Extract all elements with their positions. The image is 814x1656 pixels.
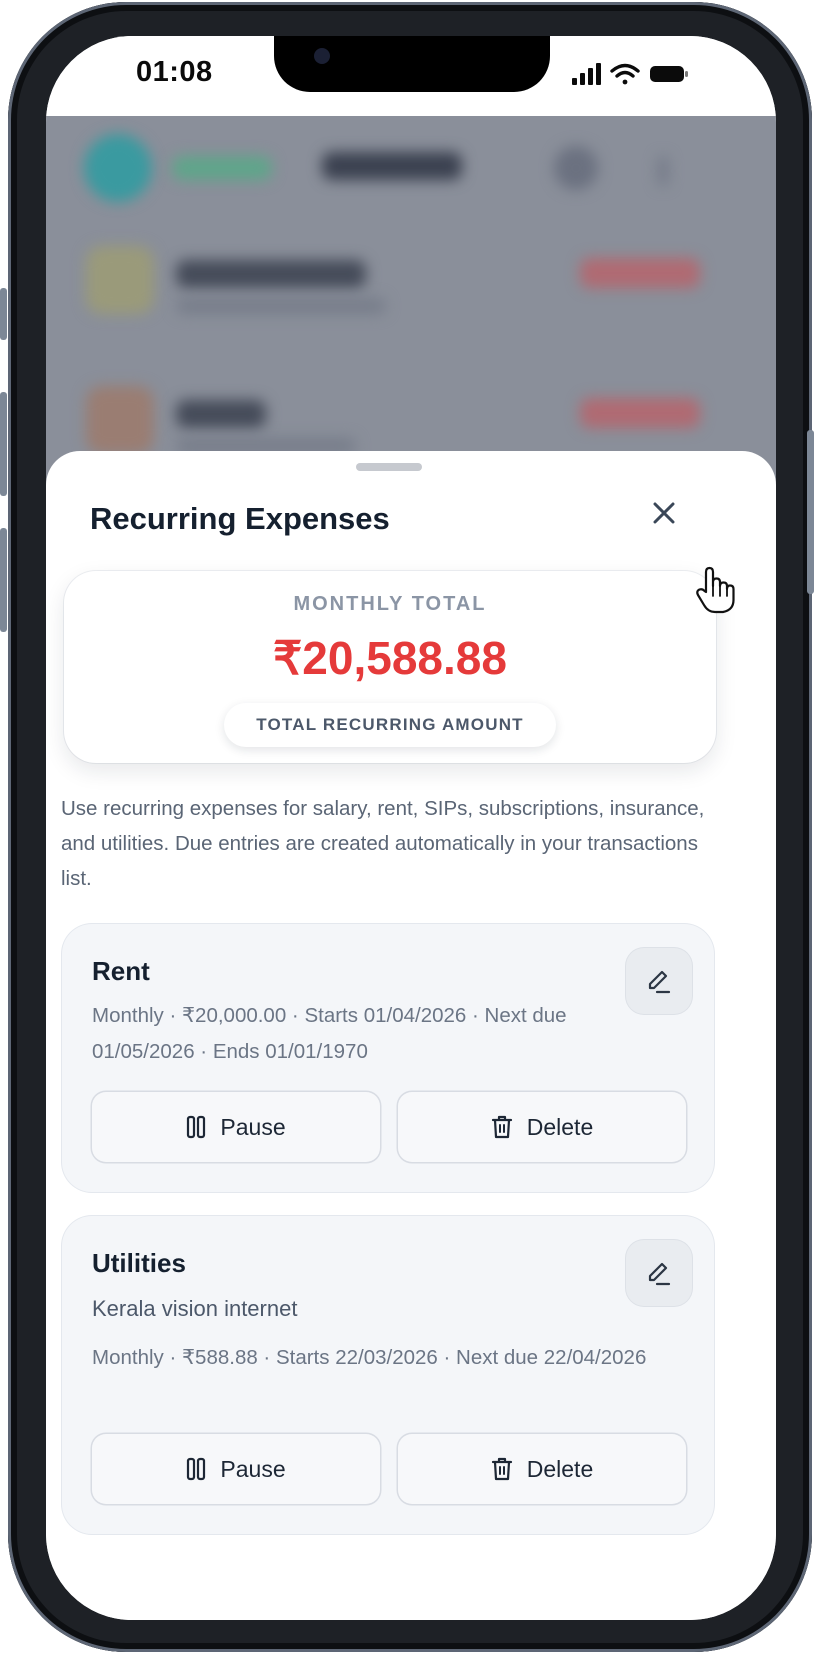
item-note: Kerala vision internet <box>92 1296 298 1321</box>
pause-label: Pause <box>220 1113 286 1140</box>
sheet-drag-handle[interactable] <box>356 463 422 471</box>
trash-icon <box>491 1457 512 1481</box>
volume-down-button <box>0 528 7 632</box>
edit-button[interactable] <box>626 1240 692 1306</box>
delete-button[interactable]: Delete <box>398 1092 686 1162</box>
item-schedule-details: Monthly · ₹588.88 · Starts 22/03/2026 · … <box>92 1346 647 1369</box>
delete-label: Delete <box>526 1455 594 1482</box>
volume-up-button <box>0 392 7 496</box>
pause-button[interactable]: Pause <box>92 1092 380 1162</box>
recurring-item-card: Utilities Kerala vision internet Monthly… <box>62 1216 714 1534</box>
pause-icon <box>187 1115 206 1139</box>
pencil-icon <box>648 970 671 994</box>
delete-label: Delete <box>526 1113 594 1140</box>
status-icons <box>572 63 688 85</box>
pencil-icon <box>648 1262 671 1286</box>
total-recurring-badge: TOTAL RECURRING AMOUNT <box>224 703 556 747</box>
recurring-expenses-sheet: Recurring Expenses MONTHLY TOTAL ₹20,588… <box>46 451 776 1620</box>
monthly-total-amount: ₹20,588.88 <box>273 632 507 684</box>
cellular-signal-icon <box>572 63 601 85</box>
status-time: 01:08 <box>136 56 213 88</box>
phone-screen: 01:08 Recurring Expenses MONTHLY TOTAL ₹… <box>46 36 776 1620</box>
recurring-hint-text: Use recurring expenses for salary, rent,… <box>61 797 705 890</box>
pause-button[interactable]: Pause <box>92 1434 380 1504</box>
sheet-title: Recurring Expenses <box>90 501 390 536</box>
item-title: Rent <box>92 956 150 986</box>
hand-cursor-icon <box>696 566 735 614</box>
close-icon <box>653 502 675 524</box>
item-schedule-details: Monthly · ₹20,000.00 · Starts 01/04/2026… <box>92 1004 567 1063</box>
close-button[interactable] <box>642 491 686 535</box>
wifi-icon <box>610 63 640 85</box>
monthly-total-label: MONTHLY TOTAL <box>293 593 487 615</box>
status-bar: 01:08 <box>46 36 776 116</box>
item-title: Utilities <box>92 1248 186 1278</box>
front-camera <box>314 48 330 64</box>
silent-switch <box>0 288 7 340</box>
delete-button[interactable]: Delete <box>398 1434 686 1504</box>
monthly-total-card: MONTHLY TOTAL ₹20,588.88 TOTAL RECURRING… <box>64 571 716 763</box>
pause-icon <box>187 1457 206 1481</box>
notch <box>274 36 550 92</box>
recurring-item-card: Rent Monthly · ₹20,000.00 · Starts 01/04… <box>62 924 714 1192</box>
trash-icon <box>491 1115 512 1139</box>
pause-label: Pause <box>220 1455 286 1482</box>
power-button <box>807 430 814 594</box>
battery-icon <box>650 66 688 82</box>
